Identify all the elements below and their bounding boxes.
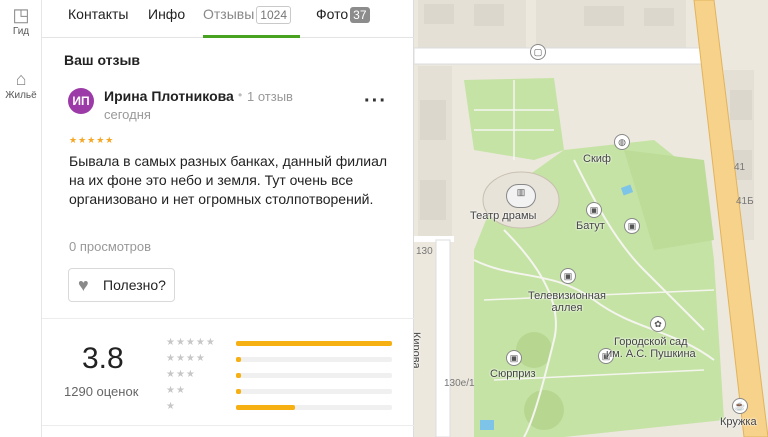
- review-stars: ★★★★★: [69, 135, 115, 145]
- rail-item-label: Жильё: [5, 90, 37, 101]
- rating-value: 3.8: [82, 342, 124, 375]
- rating-bar-track: [236, 341, 392, 346]
- divider: [42, 425, 414, 426]
- separator-dot: •: [238, 88, 243, 102]
- rating-row-stars: ★★★★: [166, 353, 206, 364]
- attraction-icon[interactable]: ▣: [624, 218, 640, 234]
- map-house-number: 41Б: [736, 196, 754, 207]
- attraction-icon[interactable]: ▣: [586, 202, 602, 218]
- left-rail: ◳ Гид ⌂ Жильё: [0, 0, 42, 437]
- rating-bar-fill: [236, 405, 296, 410]
- rating-row-stars: ★★★★★: [166, 337, 216, 348]
- tab-contacts[interactable]: Контакты: [68, 6, 128, 22]
- avatar[interactable]: ИП: [68, 88, 94, 114]
- author-name[interactable]: Ирина Плотникова: [104, 88, 234, 104]
- useful-label: Полезно?: [103, 277, 166, 293]
- map-label-kruzhka[interactable]: Кружка: [720, 416, 757, 428]
- map-house-number: 130: [416, 246, 433, 257]
- heart-icon: ♥: [78, 275, 89, 295]
- rail-item-label: Гид: [12, 26, 30, 37]
- rating-bar-track: [236, 357, 392, 362]
- reviews-count-badge: 1024: [256, 6, 291, 24]
- rating-row-3: ★★★: [166, 369, 406, 381]
- tab-info[interactable]: Инфо: [148, 6, 185, 22]
- section-title: Ваш отзыв: [64, 52, 141, 68]
- review-text: Бывала в самых разных банках, данный фил…: [69, 153, 388, 207]
- rating-row-stars: ★★★: [166, 369, 196, 380]
- shop-icon[interactable]: ◍: [614, 134, 630, 150]
- rating-bar-fill: [236, 389, 241, 394]
- rating-row-1: ★: [166, 401, 406, 413]
- rating-row-stars: ★★: [166, 385, 186, 396]
- ratings-count: 1290 оценок: [64, 384, 139, 399]
- review-date: сегодня: [104, 107, 151, 122]
- park-icon[interactable]: ✿: [650, 316, 666, 332]
- active-tab-indicator: [203, 35, 300, 38]
- guide-icon: ◳: [12, 5, 30, 25]
- cafe-icon[interactable]: ☕: [732, 398, 748, 414]
- rail-item-guide[interactable]: ◳ Гид: [0, 6, 42, 37]
- map[interactable]: ▥ ◍ ▣ ▣ ▣ ✿ ▣ ▣ ☕ ▢ Театр драмы Скиф Бат…: [414, 0, 768, 437]
- attraction-icon[interactable]: ▣: [506, 350, 522, 366]
- divider: [42, 318, 414, 319]
- rating-row-2: ★★: [166, 385, 406, 397]
- views-count: 0 просмотров: [69, 239, 152, 254]
- map-label-kirova-street[interactable]: Кирова: [414, 332, 422, 369]
- map-label-theatre[interactable]: Театр драмы: [470, 210, 536, 222]
- more-options-icon[interactable]: ···: [364, 90, 387, 113]
- map-label-tv-alley[interactable]: Телевизионная аллея: [528, 290, 606, 314]
- rating-bar-fill: [236, 357, 241, 362]
- tab-bar: Контакты Инфо Отзывы 1024 Фото 37: [42, 0, 414, 38]
- rating-bar-track: [236, 405, 392, 410]
- rail-item-housing[interactable]: ⌂ Жильё: [0, 70, 42, 101]
- map-canvas: [414, 0, 768, 437]
- useful-button[interactable]: ♥ Полезно?: [68, 268, 175, 302]
- rating-bar-fill: [236, 373, 241, 378]
- map-house-number: 41: [734, 162, 746, 173]
- author-review-count: 1 отзыв: [247, 89, 293, 104]
- tab-photos[interactable]: Фото 37: [316, 6, 370, 23]
- map-label-surprise[interactable]: Сюрприз: [490, 368, 536, 380]
- rating-row-stars: ★: [166, 401, 176, 412]
- transit-icon[interactable]: ▢: [530, 44, 546, 60]
- rating-row-5: ★★★★★: [166, 337, 406, 349]
- rating-bar-track: [236, 389, 392, 394]
- rating-bar-fill: [236, 341, 392, 346]
- tab-reviews[interactable]: Отзывы 1024: [203, 6, 291, 24]
- rating-row-4: ★★★★: [166, 353, 406, 365]
- map-label-park[interactable]: Городской сад им. А.С. Пушкина: [606, 336, 696, 360]
- photos-count-badge: 37: [350, 7, 370, 23]
- rating-bar-track: [236, 373, 392, 378]
- map-label-batut[interactable]: Батут: [576, 220, 605, 232]
- housing-icon: ⌂: [15, 69, 27, 89]
- map-house-number: 130е/1: [444, 378, 475, 389]
- attraction-icon[interactable]: ▣: [560, 268, 576, 284]
- theatre-icon[interactable]: ▥: [506, 184, 536, 208]
- details-panel: Контакты Инфо Отзывы 1024 Фото 37 Ваш отзы…: [42, 0, 414, 437]
- map-label-skif[interactable]: Скиф: [583, 153, 611, 165]
